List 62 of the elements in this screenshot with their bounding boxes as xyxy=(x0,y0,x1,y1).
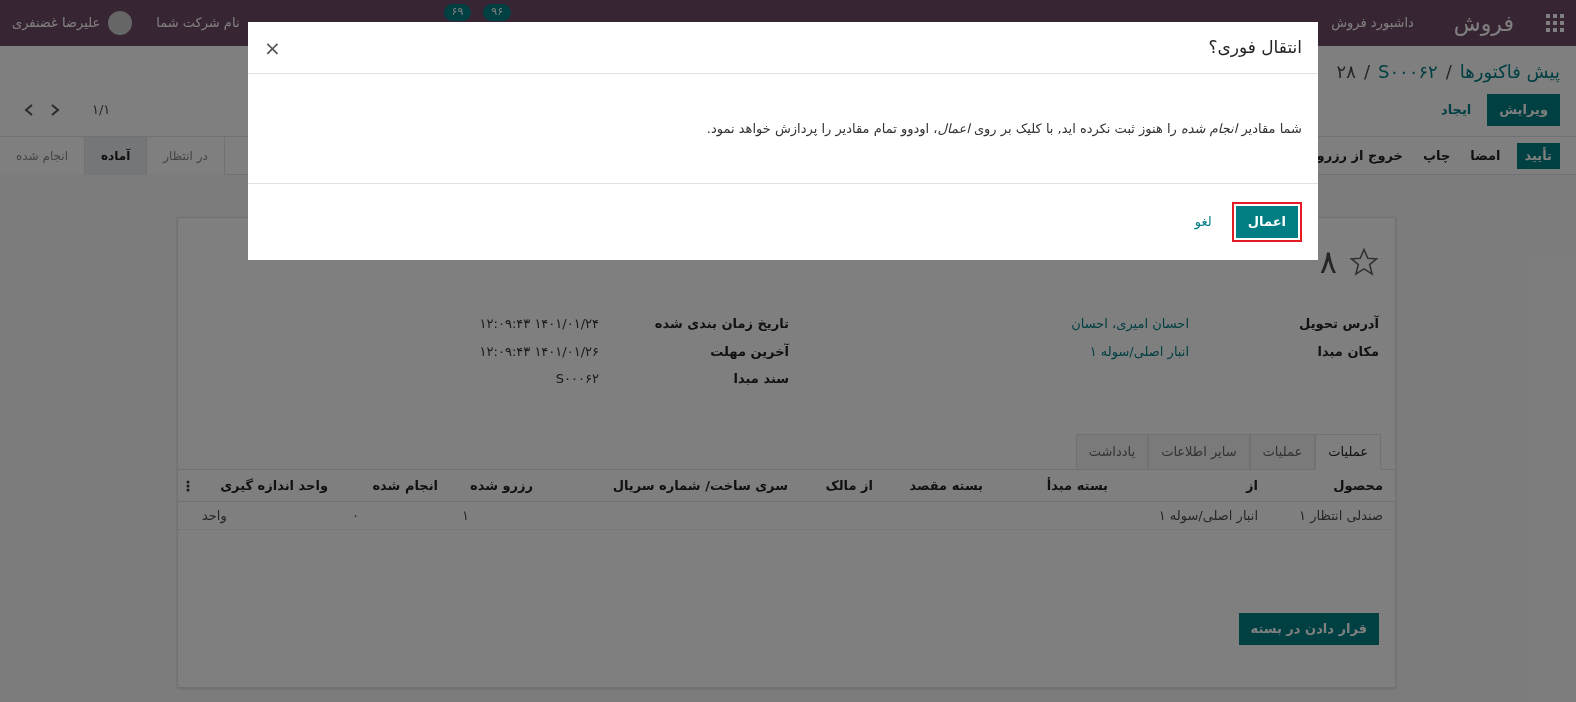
field-label: آخرین مهلت xyxy=(709,342,789,361)
dialog-title: انتقال فوری؟ xyxy=(1208,35,1302,59)
column-options-icon[interactable] xyxy=(186,479,190,492)
field-value: ۱۴۰۱/۰۱/۲۴ ۱۲:۰۹:۴۳ xyxy=(479,315,599,333)
action-button[interactable]: امضا xyxy=(1466,142,1505,169)
column-header[interactable]: از مالک xyxy=(800,475,885,496)
table-cell-text: صندلی انتظار ۱ xyxy=(1298,506,1384,525)
notification-badge: ۶۹ xyxy=(443,4,472,21)
action-button[interactable]: چاپ xyxy=(1419,142,1455,169)
table-cell-text: ۱ xyxy=(461,506,470,525)
field-label: تاریخ زمان بندی شده xyxy=(653,315,789,333)
user-menu[interactable]: علیرضا غضنفری xyxy=(12,13,101,33)
tab[interactable]: عملیات xyxy=(1315,434,1381,470)
tab[interactable]: عملیات xyxy=(1249,434,1316,470)
field-link[interactable]: احسان امیری، احسان xyxy=(1071,314,1189,334)
table-cell-text: انبار اصلی/سوله ۱ xyxy=(1157,506,1259,526)
field-label: سند مبدا xyxy=(732,370,789,388)
app-name[interactable]: فروش xyxy=(1453,6,1514,40)
action-button[interactable]: خروج از رزرو xyxy=(1312,142,1407,169)
column-header[interactable]: انجام شده xyxy=(340,475,450,496)
status-step[interactable]: انجام شده xyxy=(0,136,85,175)
create-button[interactable]: ایجاد xyxy=(1432,94,1480,126)
column-header[interactable]: واحد اندازه گیری xyxy=(190,475,340,496)
dialog-message: شما مقادیر انجام شده را هنوز ثبت نکرده اید, با کلیک بر روی اعمال، اودوو تمام مقادیر را پردازش خواهد نمود. xyxy=(706,119,1302,139)
breadcrumb-item[interactable]: S۰۰۰۶۲ xyxy=(1378,57,1438,85)
edit-button[interactable]: ویرایش xyxy=(1487,94,1560,126)
put-in-pack-button[interactable]: قرار دادن در بسته xyxy=(1238,613,1379,645)
column-header[interactable]: رزرو شده xyxy=(450,475,545,496)
column-header[interactable]: بسته مبدأ xyxy=(995,475,1120,496)
chevron-right-icon[interactable] xyxy=(50,104,60,116)
field-label: آدرس تحویل xyxy=(1298,314,1379,333)
field-value: S۰۰۰۶۲ xyxy=(555,370,599,388)
apps-grid-icon[interactable] xyxy=(1546,14,1564,32)
notification-badge: ۹۶ xyxy=(483,4,512,21)
record-title: ۸ xyxy=(1319,242,1337,283)
breadcrumb-item: ۲۸ xyxy=(1336,59,1356,84)
status-step[interactable]: در انتظار xyxy=(147,136,225,175)
cancel-button[interactable]: لغو xyxy=(1190,206,1216,238)
breadcrumb-item[interactable]: پیش فاکتورها xyxy=(1459,57,1560,85)
action-button[interactable]: تأیید xyxy=(1516,142,1560,169)
tab[interactable]: سایر اطلاعات xyxy=(1148,434,1250,470)
table-cell-text: ۰ xyxy=(351,506,360,525)
chevron-left-icon[interactable] xyxy=(24,104,34,116)
table-cell-text: واحد xyxy=(201,506,228,526)
pager-value: ۱/۱ xyxy=(92,101,111,120)
tab[interactable]: یادداشت xyxy=(1075,434,1149,470)
apply-button[interactable]: اعمال xyxy=(1235,206,1298,238)
star-icon[interactable] xyxy=(1349,247,1379,277)
avatar-icon[interactable] xyxy=(108,11,133,35)
company-switcher[interactable]: نام شرکت شما xyxy=(156,13,240,33)
field-value: ۱۴۰۱/۰۱/۲۶ ۱۲:۰۹:۴۳ xyxy=(479,342,599,361)
column-header[interactable]: از xyxy=(1120,475,1270,496)
status-step[interactable]: آماده xyxy=(84,136,148,175)
column-header[interactable]: بسته مقصد xyxy=(885,475,995,496)
column-header[interactable]: سری ساخت/ شماره سریال xyxy=(545,475,800,496)
column-header[interactable]: محصول xyxy=(1270,475,1395,496)
field-label: مکان مبدا xyxy=(1316,342,1379,361)
field-link[interactable]: انبار اصلی/سوله ۱ xyxy=(1089,341,1189,361)
breadcrumb-separator: / xyxy=(1363,59,1370,84)
menu-item[interactable]: داشبورد فروش xyxy=(1331,13,1414,33)
close-button[interactable]: × xyxy=(264,32,281,63)
breadcrumb-separator: / xyxy=(1445,59,1452,84)
